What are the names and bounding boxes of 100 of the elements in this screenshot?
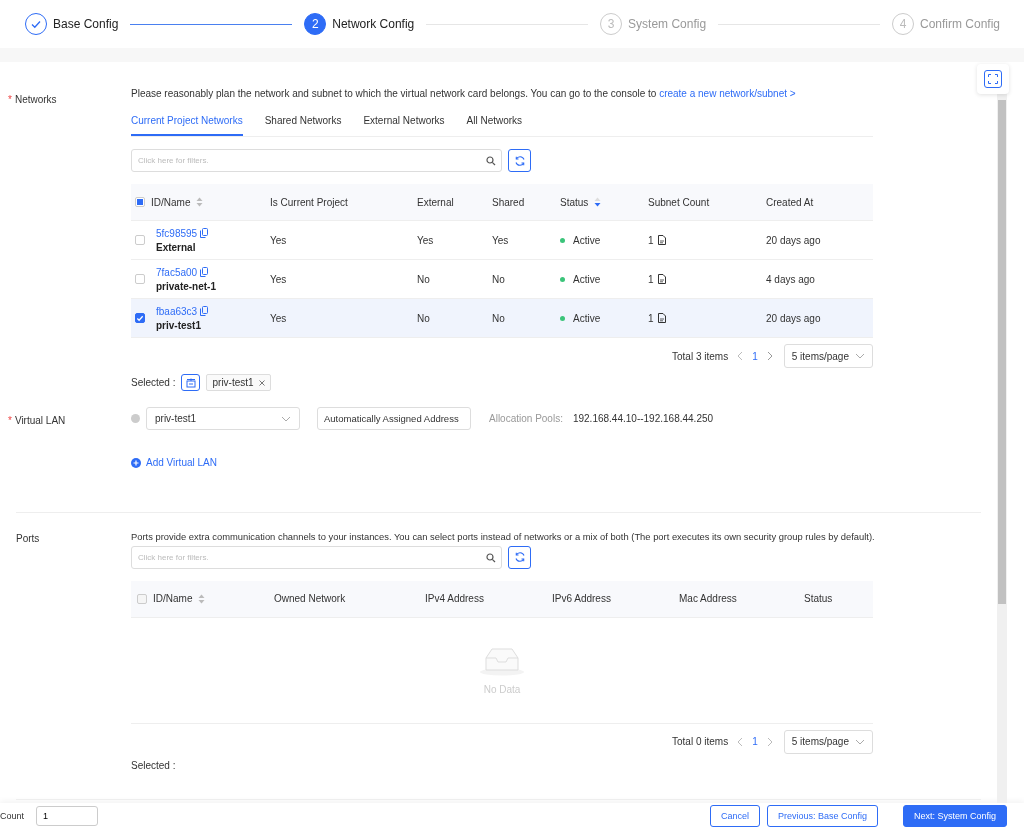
step-number: 4 [899,17,907,31]
copy-icon[interactable] [200,306,209,316]
table-cell: Yes [270,234,287,246]
pools-value: 192.168.44.10--192.168.44.250 [572,413,714,424]
check-icon [30,18,42,30]
step-label: Confirm Config [919,17,1000,31]
empty-inbox-icon [478,645,526,676]
footer-button[interactable]: Previous: Base Config [766,805,878,827]
fullscreen-icon [984,70,1002,88]
field-label: Networks [14,93,57,105]
status-text: Active [573,234,601,246]
tab[interactable]: Current Project Networks [131,109,243,136]
column-header: Status [560,196,589,208]
network-name: private-net-1 [156,280,216,292]
required-mark: * [8,414,12,426]
page-size-select[interactable]: 5 items/page [783,729,873,754]
table-cell: No [417,273,430,285]
field-label: Virtual LAN [14,414,66,426]
column-header: IPv6 Address [552,593,611,604]
page-size-select[interactable]: 5 items/page [783,344,873,368]
selected-label: Selected : [131,759,176,771]
table-cell: 1 [648,234,654,246]
row-checkbox[interactable] [135,274,145,284]
copy-icon[interactable] [200,228,209,238]
step-number: 3 [607,17,615,31]
table-cell: 4 days ago [766,273,815,285]
table-cell: Yes [417,234,434,246]
column-header: Status [804,593,833,604]
next-page-icon[interactable] [766,351,773,361]
document-icon[interactable] [657,313,666,323]
tab[interactable]: All Networks [466,109,523,136]
scrollbar[interactable] [997,92,1007,803]
column-header: ID/Name [151,196,191,208]
column-header: Created At [766,196,814,208]
fullscreen-button[interactable] [977,64,1009,94]
close-icon[interactable] [258,379,265,386]
page-number[interactable]: 1 [752,736,758,747]
step-label: System Config [628,17,707,31]
intro-text: Ports provide extra communication channels to your instances. You can select ports instead of networks or a mix of both (The port executes its own security group rules by default). [131,530,873,542]
select-all-checkbox[interactable] [135,197,145,207]
network-id-link[interactable]: 7fac5a00 [156,266,198,278]
status-text: Active [573,273,601,285]
step-number: 2 [311,17,319,31]
create-network-link[interactable]: create a new network/subnet > [659,88,796,99]
plus-circle-icon [131,457,141,468]
status-text: Active [573,312,601,324]
table-cell: 20 days ago [766,234,821,246]
network-id-link[interactable]: fbaa63c3 [156,305,198,317]
page-number[interactable]: 1 [752,350,758,362]
column-header: Shared [492,196,525,208]
table-cell: 20 days ago [766,312,821,324]
field-label: Ports [15,531,40,544]
network-id-link[interactable]: 5fc98595 [156,227,198,239]
table-cell: 1 [648,312,654,324]
footer-button[interactable]: Next: System Config [902,805,1007,827]
count-label: Count [0,811,25,821]
status-dot [560,237,565,243]
selected-label: Selected : [131,377,176,388]
status-dot [560,276,565,282]
total-count: Total 0 items [672,736,729,747]
table-cell: No [492,273,505,285]
count-input[interactable]: 1 [36,806,99,826]
chevron-down-icon [855,738,865,745]
sort-icon[interactable] [594,197,602,207]
column-header: IPv4 Address [425,593,484,604]
footer-button[interactable]: Cancel [709,805,760,827]
column-header: External [417,196,454,208]
tab[interactable]: Shared Networks [264,109,342,136]
step-label: Network Config [332,17,415,31]
search-icon [486,552,496,563]
select-all-checkbox[interactable] [137,593,147,604]
table-cell: No [492,312,505,324]
refresh-button[interactable] [508,545,531,569]
required-mark: * [8,93,12,105]
table-cell: Yes [270,312,287,324]
row-checkbox[interactable] [135,313,145,323]
column-header: Is Current Project [270,196,348,208]
column-header: ID/Name [153,593,193,604]
document-icon[interactable] [657,274,666,284]
refresh-icon [513,154,526,167]
network-name: External [156,241,197,253]
table-cell: No [417,312,430,324]
refresh-button[interactable] [508,149,531,172]
selected-tag: priv-test1 [206,374,271,391]
network-select[interactable]: priv-test1 [146,407,300,430]
row-checkbox[interactable] [135,235,145,245]
intro-text: Please reasonably plan the network and subnet to which the virtual network card belongs. You can go to the console to create a new network/subnet > [131,88,797,99]
chevron-down-icon [281,415,291,422]
document-icon[interactable] [657,235,666,245]
status-dot [560,315,565,321]
add-virtual-lan-link[interactable]: Add Virtual LAN [131,457,217,468]
table-cell: Yes [492,234,509,246]
tab[interactable]: External Networks [363,109,445,136]
total-count: Total 3 items [672,350,729,362]
step-label: Base Config [53,17,119,31]
address-select[interactable]: Automatically Assigned Address [317,407,471,430]
network-icon[interactable] [181,374,201,391]
copy-icon[interactable] [200,267,209,277]
table-cell: Yes [270,273,287,285]
network-name: priv-test1 [156,319,202,331]
